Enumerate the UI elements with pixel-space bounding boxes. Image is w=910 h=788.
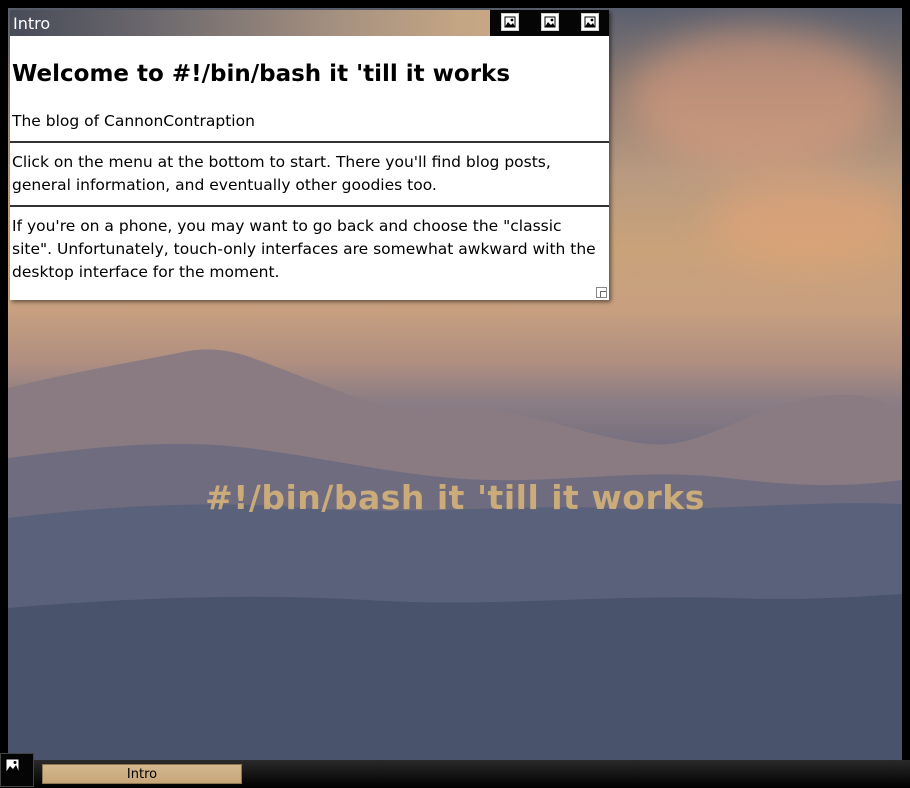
divider bbox=[10, 141, 609, 143]
page-heading: Welcome to #!/bin/bash it 'till it works bbox=[12, 61, 511, 87]
window-controls bbox=[490, 10, 609, 36]
image-icon bbox=[5, 758, 20, 773]
blog-subtitle: The blog of CannonContraption bbox=[12, 112, 255, 130]
taskbar-item-intro[interactable]: Intro bbox=[42, 764, 242, 784]
minimize-icon bbox=[504, 16, 516, 28]
close-icon bbox=[584, 16, 596, 28]
intro-window[interactable]: Intro Welcome to #!/bin/bash it 'till it… bbox=[10, 10, 609, 300]
close-button[interactable] bbox=[581, 13, 599, 31]
taskbar: Intro bbox=[0, 753, 910, 788]
resize-handle[interactable] bbox=[596, 287, 607, 298]
desktop-caption: #!/bin/bash it 'till it works bbox=[205, 478, 705, 512]
maximize-icon bbox=[544, 16, 556, 28]
maximize-button[interactable] bbox=[541, 13, 559, 31]
window-titlebar[interactable]: Intro bbox=[10, 10, 609, 36]
minimize-button[interactable] bbox=[501, 13, 519, 31]
window-content: Welcome to #!/bin/bash it 'till it works… bbox=[10, 36, 609, 300]
phone-note-paragraph: If you're on a phone, you may want to go… bbox=[12, 217, 596, 281]
divider bbox=[10, 205, 609, 207]
window-title: Intro bbox=[13, 14, 51, 33]
start-button[interactable] bbox=[0, 753, 34, 787]
intro-paragraph: Click on the menu at the bottom to start… bbox=[12, 153, 551, 194]
